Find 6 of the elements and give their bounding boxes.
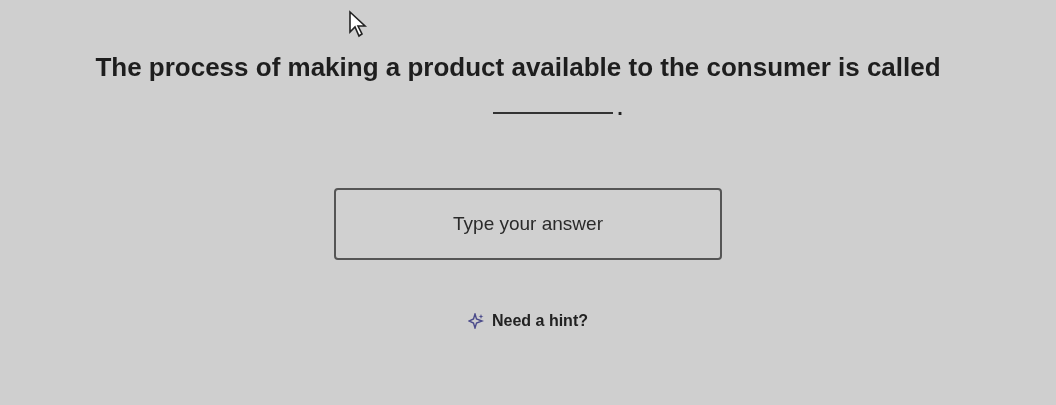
question-text: The process of making a product available to the consumer is called: [95, 52, 941, 83]
period-mark: .: [617, 97, 623, 120]
answer-field[interactable]: Type your answer: [334, 188, 722, 260]
cursor-icon: [348, 10, 370, 38]
sparkle-icon: [468, 313, 484, 329]
hint-link[interactable]: Need a hint?: [468, 312, 588, 330]
